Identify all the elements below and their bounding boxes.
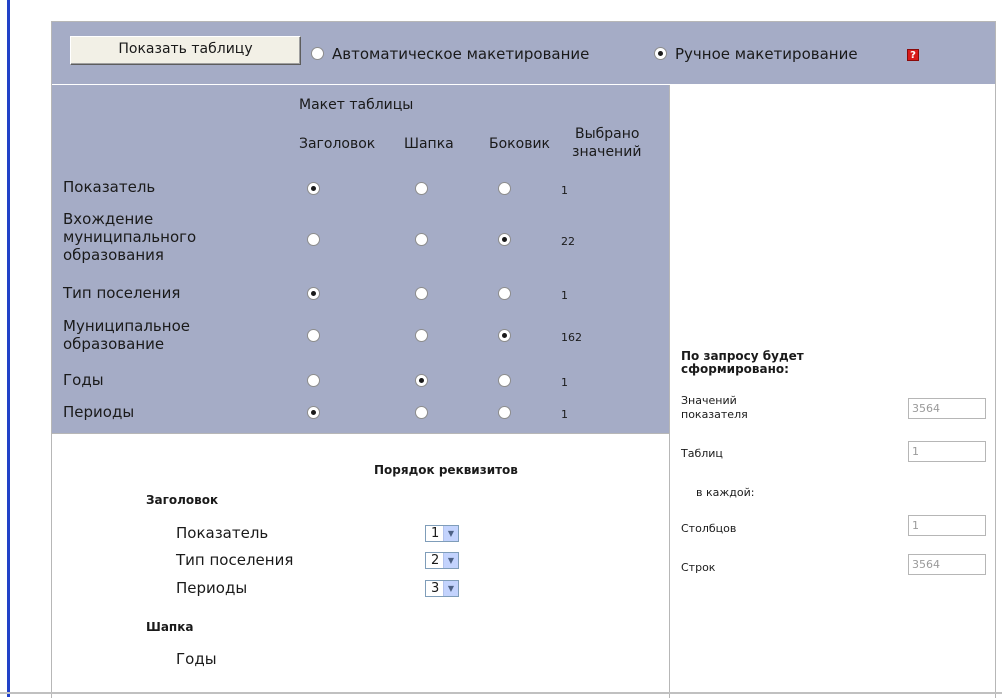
radio-indicator-title[interactable] bbox=[307, 182, 320, 195]
report-builder: Показать таблицу Автоматическое макетиро… bbox=[51, 21, 996, 698]
show-table-button[interactable]: Показать таблицу bbox=[70, 36, 301, 65]
order-select-value: 1 bbox=[431, 526, 440, 541]
layout-table-panel: Макет таблицы Заголовок Шапка Боковик Вы… bbox=[52, 85, 669, 433]
toolbar: Показать таблицу Автоматическое макетиро… bbox=[52, 22, 995, 84]
radio-settlement-type-title[interactable] bbox=[307, 287, 320, 300]
radio-indicator-cap[interactable] bbox=[415, 182, 428, 195]
rows-count-field[interactable]: 3564 bbox=[908, 554, 986, 575]
chevron-down-icon: ▼ bbox=[443, 526, 458, 541]
radio-indicator-side[interactable] bbox=[498, 182, 511, 195]
order-select-value: 2 bbox=[431, 553, 440, 568]
row-label-periods: Периоды bbox=[63, 403, 135, 421]
col-header-side: Боковик bbox=[489, 136, 550, 152]
col-header-count-2: значений bbox=[572, 144, 642, 160]
col-header-title: Заголовок bbox=[299, 136, 376, 152]
radio-settlement-type-side[interactable] bbox=[498, 287, 511, 300]
radio-selected-dot bbox=[311, 291, 316, 296]
row-label-settlement-type: Тип поселения bbox=[63, 284, 181, 302]
order-cap-item: Годы bbox=[176, 650, 217, 668]
count-municipality: 162 bbox=[561, 331, 582, 344]
chevron-down-icon: ▼ bbox=[443, 581, 458, 596]
row-label-municipality-1: Муниципальное bbox=[63, 317, 190, 335]
order-select-settlement-type[interactable]: 2 ▼ bbox=[425, 552, 459, 569]
radio-selected-dot bbox=[311, 410, 316, 415]
radio-years-side[interactable] bbox=[498, 374, 511, 387]
radio-years-title[interactable] bbox=[307, 374, 320, 387]
attribute-order-panel: Порядок реквизитов Заголовок Показатель … bbox=[52, 433, 669, 698]
layout-title: Макет таблицы bbox=[299, 97, 414, 113]
radio-periods-cap[interactable] bbox=[415, 406, 428, 419]
radio-selected-dot bbox=[658, 51, 663, 56]
order-item-label: Тип поселения bbox=[176, 551, 294, 569]
auto-layout-label[interactable]: Автоматическое макетирование bbox=[332, 45, 589, 63]
left-accent-bar bbox=[7, 0, 10, 697]
left-margin bbox=[0, 0, 6, 697]
order-header-section: Заголовок bbox=[146, 493, 219, 507]
radio-periods-title[interactable] bbox=[307, 406, 320, 419]
summary-panel: По запросу будет сформировано: Значений … bbox=[669, 85, 995, 698]
radio-selected-dot bbox=[419, 378, 424, 383]
order-item-label: Периоды bbox=[176, 579, 248, 597]
radio-municipal-entry-cap[interactable] bbox=[415, 233, 428, 246]
count-municipal-entry: 22 bbox=[561, 235, 575, 248]
each-label: в каждой: bbox=[696, 486, 755, 499]
row-label-municipal-entry-3: образования bbox=[63, 246, 164, 264]
help-icon[interactable]: ? bbox=[907, 49, 919, 61]
order-item-label: Показатель bbox=[176, 524, 269, 542]
radio-selected-dot bbox=[311, 186, 316, 191]
manual-layout-radio[interactable] bbox=[654, 47, 667, 60]
radio-periods-side[interactable] bbox=[498, 406, 511, 419]
radio-municipality-title[interactable] bbox=[307, 329, 320, 342]
order-select-periods[interactable]: 3 ▼ bbox=[425, 580, 459, 597]
radio-years-cap[interactable] bbox=[415, 374, 428, 387]
row-label-municipal-entry-1: Вхождение bbox=[63, 210, 154, 228]
radio-municipality-side[interactable] bbox=[498, 329, 511, 342]
count-indicator: 1 bbox=[561, 184, 568, 197]
row-label-municipality-2: образование bbox=[63, 335, 165, 353]
bottom-border bbox=[0, 692, 1002, 694]
row-label-municipal-entry-2: муниципального bbox=[63, 228, 197, 246]
columns-count-field[interactable]: 1 bbox=[908, 515, 986, 536]
col-header-count-1: Выбрано bbox=[575, 126, 640, 142]
count-years: 1 bbox=[561, 376, 568, 389]
tables-label: Таблиц bbox=[681, 447, 723, 460]
chevron-down-icon: ▼ bbox=[443, 553, 458, 568]
row-label-years: Годы bbox=[63, 371, 104, 389]
radio-selected-dot bbox=[502, 237, 507, 242]
radio-settlement-type-cap[interactable] bbox=[415, 287, 428, 300]
radio-municipal-entry-title[interactable] bbox=[307, 233, 320, 246]
tables-count-field[interactable]: 1 bbox=[908, 441, 986, 462]
summary-title-2: сформировано: bbox=[681, 362, 789, 376]
radio-municipal-entry-side[interactable] bbox=[498, 233, 511, 246]
count-settlement-type: 1 bbox=[561, 289, 568, 302]
manual-layout-label[interactable]: Ручное макетирование bbox=[675, 45, 858, 63]
radio-selected-dot bbox=[502, 333, 507, 338]
order-select-indicator[interactable]: 1 ▼ bbox=[425, 525, 459, 542]
order-cap-section: Шапка bbox=[146, 620, 194, 634]
auto-layout-radio[interactable] bbox=[311, 47, 324, 60]
columns-label: Столбцов bbox=[681, 522, 737, 535]
order-select-value: 3 bbox=[431, 581, 440, 596]
order-title: Порядок реквизитов bbox=[374, 463, 518, 477]
count-periods: 1 bbox=[561, 408, 568, 421]
values-count-field[interactable]: 3564 bbox=[908, 398, 986, 419]
col-header-cap: Шапка bbox=[404, 136, 454, 152]
radio-municipality-cap[interactable] bbox=[415, 329, 428, 342]
rows-label: Строк bbox=[681, 561, 716, 574]
values-label-2: показателя bbox=[681, 408, 748, 421]
row-label-indicator: Показатель bbox=[63, 178, 156, 196]
